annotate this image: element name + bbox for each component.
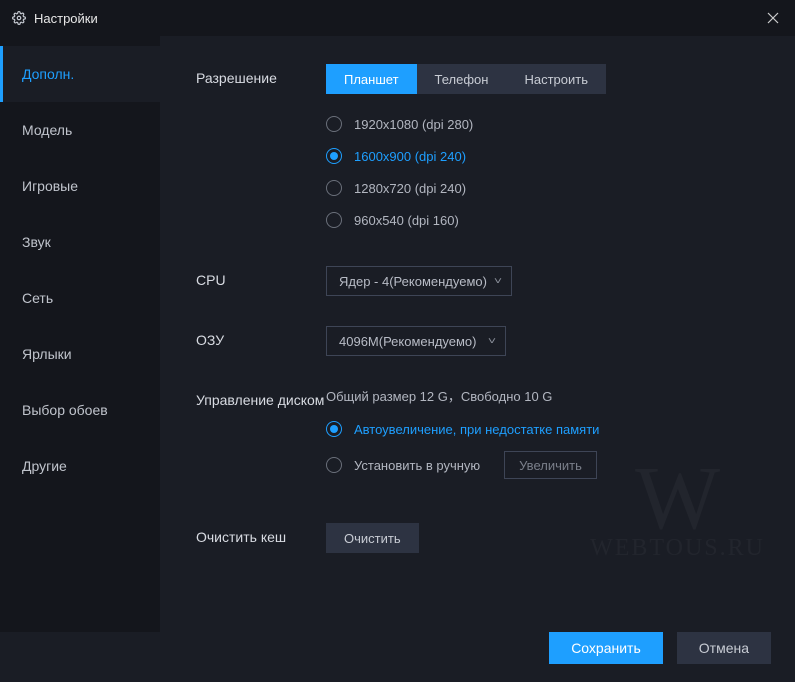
- sidebar-item-model[interactable]: Модель: [0, 102, 160, 158]
- resolution-options: 1920x1080 (dpi 280) 1600x900 (dpi 240) 1…: [326, 108, 765, 236]
- tab-custom[interactable]: Настроить: [506, 64, 606, 94]
- row-ram: ОЗУ 4096M(Рекомендуемо) ˅: [196, 326, 765, 356]
- sidebar-item-label: Ярлыки: [22, 346, 72, 362]
- gear-icon: [12, 11, 26, 25]
- sidebar-item-other[interactable]: Другие: [0, 438, 160, 494]
- sidebar-item-label: Модель: [22, 122, 72, 138]
- disk-label: Управление диском: [196, 386, 326, 493]
- row-resolution: Разрешение Планшет Телефон Настроить 192…: [196, 64, 765, 236]
- ram-label: ОЗУ: [196, 326, 326, 356]
- resolution-option-2[interactable]: 1280x720 (dpi 240): [326, 172, 765, 204]
- disk-manual-option[interactable]: Установить в ручную Увеличить: [326, 451, 765, 479]
- cpu-dropdown-value: Ядер - 4(Рекомендуемо): [339, 274, 487, 289]
- sidebar-item-label: Выбор обоев: [22, 402, 108, 418]
- resolution-option-1[interactable]: 1600x900 (dpi 240): [326, 140, 765, 172]
- sidebar-item-sound[interactable]: Звук: [0, 214, 160, 270]
- sidebar-item-gaming[interactable]: Игровые: [0, 158, 160, 214]
- titlebar-left: Настройки: [12, 11, 98, 26]
- close-button[interactable]: [763, 8, 783, 28]
- disk-info-text: Общий размер 12 G，Свободно 10 G: [326, 386, 765, 405]
- radio-icon: [326, 212, 342, 228]
- resolution-label: Разрешение: [196, 64, 326, 236]
- main-panel: Разрешение Планшет Телефон Настроить 192…: [160, 36, 795, 632]
- sidebar-item-label: Дополн.: [22, 66, 74, 82]
- sidebar-item-label: Игровые: [22, 178, 78, 194]
- disk-auto-option[interactable]: Автоувеличение, при недостатке памяти: [326, 421, 765, 437]
- cancel-button[interactable]: Отмена: [677, 632, 771, 664]
- clear-cache-button[interactable]: Очистить: [326, 523, 419, 553]
- enlarge-button[interactable]: Увеличить: [504, 451, 597, 479]
- row-disk: Управление диском Общий размер 12 G，Своб…: [196, 386, 765, 493]
- row-cache: Очистить кеш Очистить: [196, 523, 765, 553]
- tab-tablet[interactable]: Планшет: [326, 64, 417, 94]
- resolution-tabs: Планшет Телефон Настроить: [326, 64, 765, 94]
- footer-buttons: Сохранить Отмена: [549, 632, 771, 664]
- sidebar-item-extra[interactable]: Дополн.: [0, 46, 160, 102]
- resolution-option-0[interactable]: 1920x1080 (dpi 280): [326, 108, 765, 140]
- sidebar-item-label: Другие: [22, 458, 67, 474]
- radio-icon: [326, 457, 342, 473]
- radio-icon: [326, 116, 342, 132]
- radio-icon: [326, 421, 342, 437]
- save-button[interactable]: Сохранить: [549, 632, 663, 664]
- chevron-down-icon: ˅: [494, 276, 502, 287]
- sidebar-item-label: Звук: [22, 234, 51, 250]
- sidebar-item-wallpaper[interactable]: Выбор обоев: [0, 382, 160, 438]
- window-title: Настройки: [34, 11, 98, 26]
- radio-icon: [326, 180, 342, 196]
- titlebar: Настройки: [0, 0, 795, 36]
- sidebar-item-shortcuts[interactable]: Ярлыки: [0, 326, 160, 382]
- row-cpu: CPU Ядер - 4(Рекомендуемо) ˅: [196, 266, 765, 296]
- ram-dropdown-value: 4096M(Рекомендуемо): [339, 334, 476, 349]
- radio-icon: [326, 148, 342, 164]
- sidebar: Дополн. Модель Игровые Звук Сеть Ярлыки …: [0, 36, 160, 632]
- cpu-dropdown[interactable]: Ядер - 4(Рекомендуемо) ˅: [326, 266, 512, 296]
- resolution-option-3[interactable]: 960x540 (dpi 160): [326, 204, 765, 236]
- chevron-down-icon: ˅: [488, 336, 496, 347]
- sidebar-item-label: Сеть: [22, 290, 53, 306]
- ram-dropdown[interactable]: 4096M(Рекомендуемо) ˅: [326, 326, 506, 356]
- cpu-label: CPU: [196, 266, 326, 296]
- cache-label: Очистить кеш: [196, 523, 326, 553]
- sidebar-item-network[interactable]: Сеть: [0, 270, 160, 326]
- tab-phone[interactable]: Телефон: [417, 64, 507, 94]
